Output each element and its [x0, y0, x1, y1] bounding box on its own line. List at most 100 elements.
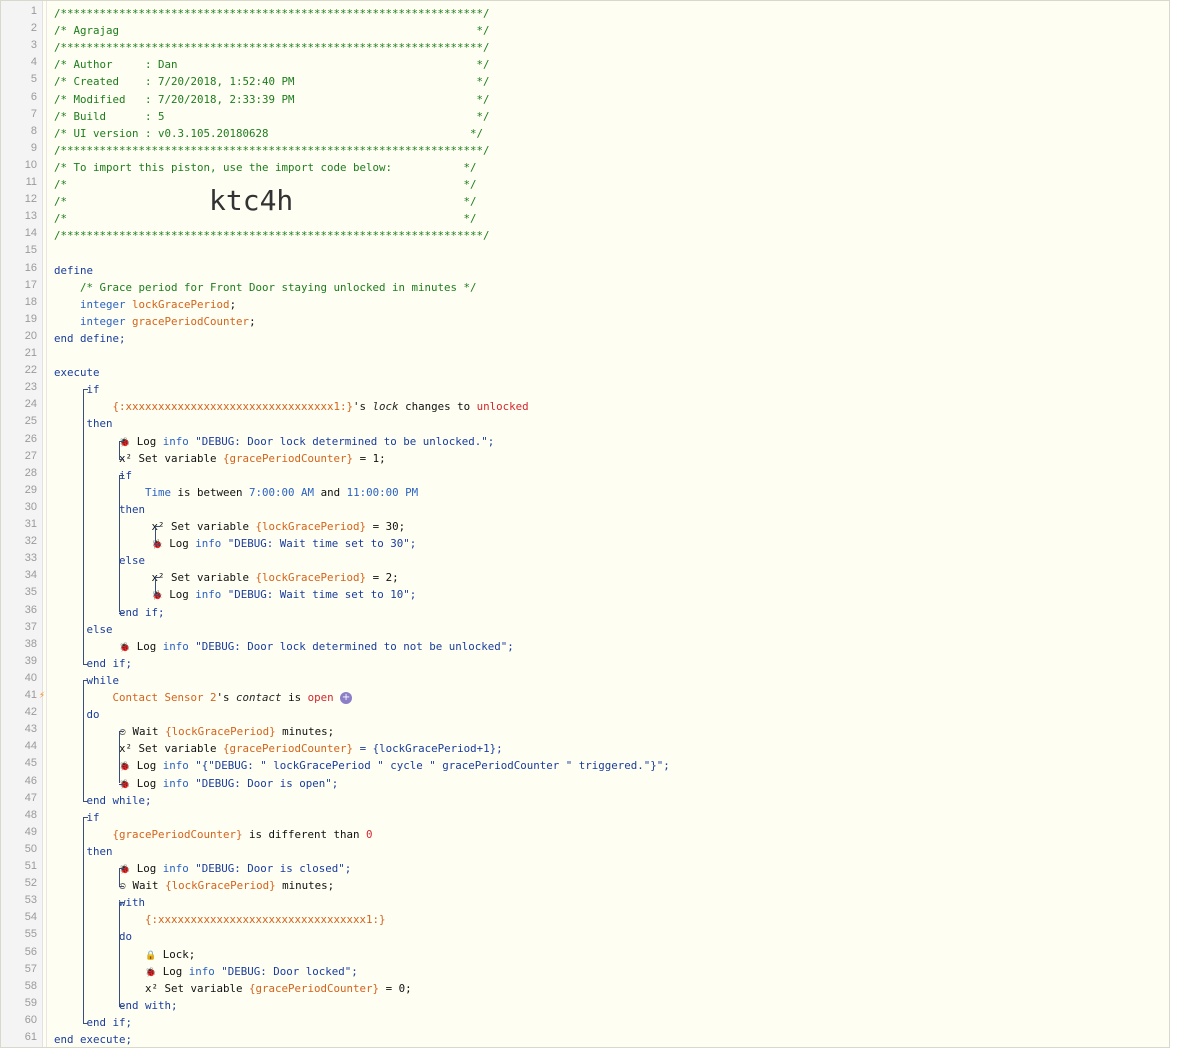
code-line[interactable]: 🐞 Log info "DEBUG: Door locked";	[1, 963, 1169, 980]
code-line[interactable]: end with;	[1, 997, 1169, 1014]
bug-icon: 🐞	[151, 591, 163, 602]
code-line[interactable]: while	[1, 672, 1169, 689]
code-token: Log	[162, 537, 196, 551]
code-line[interactable]: 🐞 Log info "DEBUG: Door lock determined …	[1, 433, 1169, 450]
code-line[interactable]: Contact Sensor 2's contact is open +	[1, 689, 1169, 706]
code-line[interactable]: x² Set variable {lockGracePeriod} = 2;	[1, 569, 1169, 586]
code-line[interactable]: end if;	[1, 604, 1169, 621]
code-line[interactable]: /***************************************…	[1, 142, 1169, 159]
end-with-keyword: end with;	[119, 998, 178, 1012]
code-token: {gracePeriodCounter}	[249, 981, 380, 995]
code-line[interactable]: x² Set variable {gracePeriodCounter} = {…	[1, 740, 1169, 757]
piston-code-editor[interactable]: 1 2 3 4 5 6 7 8 9 10 11 12 13 14 15 16 17 18 19 20 21 22 23 24 2…	[0, 0, 1170, 1048]
bug-icon: 🐞	[151, 540, 163, 551]
end-if-keyword: end if;	[119, 605, 165, 619]
code-line[interactable]: integer gracePeriodCounter;	[1, 313, 1169, 330]
code-line[interactable]: {:xxxxxxxxxxxxxxxxxxxxxxxxxxxxxxxx1:}'s …	[1, 398, 1169, 415]
code-line[interactable]: /* Modified : 7/20/2018, 2:33:39 PM */	[1, 91, 1169, 108]
code-line[interactable]: do	[1, 928, 1169, 945]
code-line[interactable]: x² Set variable {gracePeriodCounter} = 0…	[1, 980, 1169, 997]
code-line[interactable]: 🐞 Log info "DEBUG: Wait time set to 30";	[1, 535, 1169, 552]
code-line[interactable]	[1, 244, 1169, 261]
horizontal-scrollbar[interactable]	[0, 1048, 1178, 1057]
code-line[interactable]: x² Set variable {gracePeriodCounter} = 1…	[1, 450, 1169, 467]
code-token: info	[162, 639, 189, 653]
code-line[interactable]: end while;	[1, 792, 1169, 809]
code-line[interactable]: /* */	[1, 210, 1169, 227]
code-line[interactable]: 🐞 Log info "DEBUG: Door lock determined …	[1, 638, 1169, 655]
code-token: Log	[130, 639, 163, 653]
code-line[interactable]: define	[1, 262, 1169, 279]
code-token: Set variable	[158, 981, 250, 995]
code-line[interactable]: /* */	[1, 176, 1169, 193]
code-line[interactable]	[1, 347, 1169, 364]
code-line[interactable]: /* Created : 7/20/2018, 1:52:40 PM */	[1, 73, 1169, 90]
code-line[interactable]: integer lockGracePeriod;	[1, 296, 1169, 313]
code-line[interactable]: end if;	[1, 655, 1169, 672]
code-line[interactable]: /***************************************…	[1, 227, 1169, 244]
code-line[interactable]: end execute;	[1, 1031, 1169, 1047]
code-line[interactable]: x² Set variable {lockGracePeriod} = 30;	[1, 518, 1169, 535]
code-line[interactable]: if	[1, 381, 1169, 398]
code-line[interactable]: 🐞 Log info "DEBUG: Door is open";	[1, 775, 1169, 792]
code-line[interactable]: /* UI version : v0.3.105.20180628 */	[1, 125, 1169, 142]
code-token: Log	[156, 964, 189, 978]
code-token: {lockGracePeriod}	[165, 879, 276, 893]
bug-icon: 🐞	[119, 779, 131, 790]
code-line[interactable]: /* Build : 5 */	[1, 108, 1169, 125]
end-if-keyword: end if;	[86, 1015, 133, 1029]
device-reference: {:xxxxxxxxxxxxxxxxxxxxxxxxxxxxxxxx1:}	[112, 400, 354, 414]
value-unlocked: unlocked	[476, 400, 529, 414]
code-line[interactable]: if	[1, 467, 1169, 484]
modified-comment: /* Modified : 7/20/2018, 2:33:39 PM */	[54, 92, 490, 106]
code-line[interactable]: /***************************************…	[1, 5, 1169, 22]
code-line[interactable]: Time is between 7:00:00 AM and 11:00:00 …	[1, 484, 1169, 501]
code-line[interactable]: do	[1, 706, 1169, 723]
code-line[interactable]: then	[1, 415, 1169, 432]
code-line[interactable]: /* To import this piston, use the import…	[1, 159, 1169, 176]
code-token: "{"DEBUG: " lockGracePeriod " cycle " gr…	[188, 759, 670, 773]
code-line[interactable]: /***************************************…	[1, 39, 1169, 56]
code-token: {gracePeriodCounter}	[223, 742, 354, 756]
code-token: Log	[130, 759, 163, 773]
code-line[interactable]: /* */	[1, 193, 1169, 210]
code-line[interactable]: {:xxxxxxxxxxxxxxxxxxxxxxxxxxxxxxxx1:}	[1, 911, 1169, 928]
code-line[interactable]: then	[1, 843, 1169, 860]
code-line[interactable]: ⏲ Wait {lockGracePeriod} minutes;	[1, 723, 1169, 740]
code-line[interactable]: 🐞 Log info "{"DEBUG: " lockGracePeriod "…	[1, 757, 1169, 774]
bug-icon: 🐞	[119, 865, 131, 875]
block-bracket-cap	[119, 902, 124, 904]
code-token: {lockGracePeriod}	[255, 520, 367, 533]
code-line[interactable]: /* Author : Dan */	[1, 56, 1169, 73]
code-line[interactable]: else	[1, 621, 1169, 638]
code-line[interactable]: with	[1, 894, 1169, 911]
code-line[interactable]: 🐞 Log info "DEBUG: Door is closed";	[1, 860, 1169, 877]
code-line[interactable]: {gracePeriodCounter} is different than 0	[1, 826, 1169, 843]
code-line[interactable]: /* Grace period for Front Door staying u…	[1, 279, 1169, 296]
add-condition-button[interactable]: +	[340, 692, 353, 704]
code-line[interactable]: 🐞 Log info "DEBUG: Wait time set to 10";	[1, 586, 1169, 603]
code-line[interactable]: ⏲ Wait {lockGracePeriod} minutes;	[1, 877, 1169, 894]
code-token: = 0;	[379, 981, 412, 995]
code-line[interactable]: execute	[1, 364, 1169, 381]
code-line[interactable]: then	[1, 501, 1169, 518]
code-line[interactable]: 🔒 Lock;	[1, 946, 1169, 963]
code-line[interactable]: end define;	[1, 330, 1169, 347]
code-token: 's	[353, 400, 373, 414]
code-line[interactable]: else	[1, 552, 1169, 569]
code-line[interactable]: if	[1, 809, 1169, 826]
block-bracket-cap	[83, 663, 88, 665]
block-bracket	[83, 389, 84, 664]
code-line[interactable]: end if;	[1, 1014, 1169, 1031]
code-line[interactable]: /* Agrajag */	[1, 22, 1169, 39]
